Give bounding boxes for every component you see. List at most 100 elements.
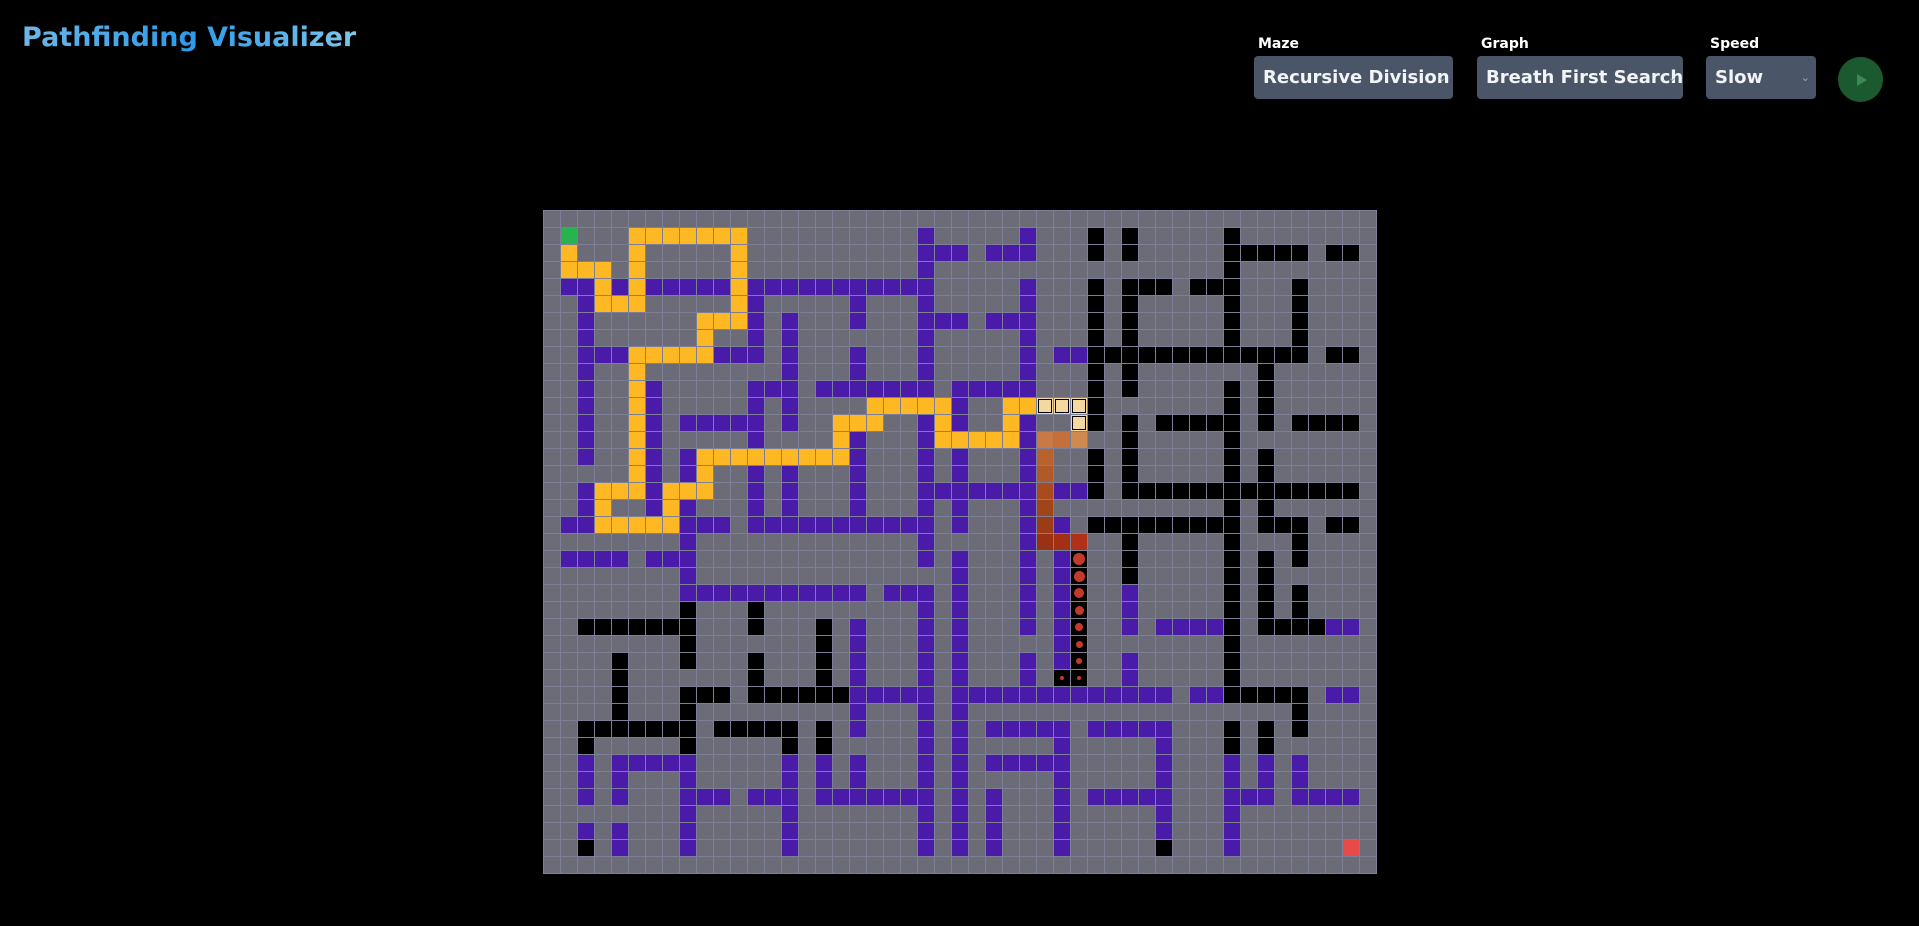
maze-cell[interactable] — [544, 483, 560, 499]
maze-cell[interactable] — [884, 568, 900, 584]
maze-wall-visited[interactable] — [986, 245, 1002, 261]
maze-cell[interactable] — [765, 636, 781, 652]
maze-cell[interactable] — [1309, 500, 1325, 516]
maze-cell[interactable] — [1241, 755, 1257, 771]
maze-cell[interactable] — [663, 211, 679, 227]
maze-cell[interactable] — [935, 789, 951, 805]
maze-cell[interactable] — [1207, 840, 1223, 856]
maze-cell[interactable] — [1088, 262, 1104, 278]
maze-wall-visited[interactable] — [697, 789, 713, 805]
maze-wall-visited[interactable] — [1156, 738, 1172, 754]
maze-cell[interactable] — [1275, 721, 1291, 737]
maze-cell[interactable] — [799, 755, 815, 771]
maze-cell[interactable] — [901, 534, 917, 550]
maze-wall[interactable] — [1224, 585, 1240, 601]
maze-cell[interactable] — [850, 262, 866, 278]
maze-cell[interactable] — [1309, 772, 1325, 788]
maze-cell[interactable] — [561, 721, 577, 737]
maze-cell[interactable] — [1326, 500, 1342, 516]
maze-cell[interactable] — [1003, 568, 1019, 584]
maze-cell[interactable] — [969, 364, 985, 380]
maze-path-cell[interactable] — [697, 347, 713, 363]
maze-cell[interactable] — [1105, 857, 1121, 873]
maze-cell[interactable] — [1275, 466, 1291, 482]
maze-cell[interactable] — [1190, 330, 1206, 346]
maze-wall[interactable] — [680, 619, 696, 635]
maze-cell[interactable] — [1258, 211, 1274, 227]
maze-wall[interactable] — [799, 687, 815, 703]
maze-wall[interactable] — [1088, 466, 1104, 482]
maze-cell[interactable] — [816, 415, 832, 431]
maze-cell[interactable] — [629, 789, 645, 805]
maze-cell[interactable] — [714, 500, 730, 516]
maze-cell[interactable] — [1156, 245, 1172, 261]
maze-wall[interactable] — [1156, 347, 1172, 363]
maze-cell[interactable] — [1139, 449, 1155, 465]
maze-cell[interactable] — [1105, 330, 1121, 346]
maze-cell[interactable] — [1326, 449, 1342, 465]
maze-cell[interactable] — [1173, 585, 1189, 601]
maze-cell[interactable] — [697, 602, 713, 618]
maze-cell[interactable] — [731, 738, 747, 754]
maze-wall[interactable] — [1224, 500, 1240, 516]
maze-cell[interactable] — [1309, 432, 1325, 448]
maze-cell[interactable] — [969, 245, 985, 261]
maze-cell[interactable] — [629, 602, 645, 618]
maze-wall-visited[interactable] — [1020, 449, 1036, 465]
maze-wall[interactable] — [1139, 517, 1155, 533]
maze-cell[interactable] — [612, 245, 628, 261]
maze-wall-visited[interactable] — [697, 415, 713, 431]
maze-cell[interactable] — [901, 415, 917, 431]
maze-cell[interactable] — [901, 823, 917, 839]
maze-cell[interactable] — [1258, 330, 1274, 346]
maze-cell[interactable] — [1207, 789, 1223, 805]
maze-path-cell[interactable] — [731, 245, 747, 261]
maze-cell[interactable] — [935, 500, 951, 516]
maze-wall-visited[interactable] — [918, 653, 934, 669]
maze-cell[interactable] — [595, 687, 611, 703]
maze-wall[interactable] — [1207, 517, 1223, 533]
maze-cell[interactable] — [1071, 245, 1087, 261]
maze-cell[interactable] — [663, 364, 679, 380]
maze-cell[interactable] — [612, 806, 628, 822]
maze-cell[interactable] — [612, 534, 628, 550]
maze-cell[interactable] — [544, 687, 560, 703]
maze-path-cell[interactable] — [578, 262, 594, 278]
maze-wall-visited[interactable] — [1122, 789, 1138, 805]
maze-cell[interactable] — [1105, 653, 1121, 669]
maze-cell[interactable] — [1190, 500, 1206, 516]
maze-path-cell[interactable] — [697, 466, 713, 482]
maze-cell[interactable] — [782, 602, 798, 618]
maze-wall-visited[interactable] — [782, 364, 798, 380]
maze-wall-visited[interactable] — [1020, 296, 1036, 312]
maze-cell[interactable] — [561, 568, 577, 584]
maze-cell[interactable] — [799, 806, 815, 822]
maze-cell[interactable] — [901, 313, 917, 329]
maze-cell[interactable] — [612, 466, 628, 482]
maze-wall[interactable] — [1088, 245, 1104, 261]
maze-path-cell[interactable] — [1003, 432, 1019, 448]
maze-cell[interactable] — [1139, 398, 1155, 414]
maze-cell[interactable] — [1360, 738, 1376, 754]
maze-wall-visited[interactable] — [1054, 840, 1070, 856]
maze-cell[interactable] — [629, 551, 645, 567]
maze-wall-visited[interactable] — [918, 466, 934, 482]
maze-wall-visited[interactable] — [952, 602, 968, 618]
maze-wall-visited[interactable] — [765, 381, 781, 397]
maze-cell[interactable] — [561, 670, 577, 686]
maze-cell[interactable] — [1020, 262, 1036, 278]
maze-cell[interactable] — [986, 228, 1002, 244]
maze-wall[interactable] — [612, 704, 628, 720]
maze-wall[interactable] — [1258, 415, 1274, 431]
maze-wall[interactable] — [816, 738, 832, 754]
maze-cell[interactable] — [1309, 568, 1325, 584]
maze-wall[interactable] — [1326, 415, 1342, 431]
maze-cell[interactable] — [1360, 466, 1376, 482]
maze-wall-visited[interactable] — [884, 381, 900, 397]
maze-wall[interactable] — [1224, 398, 1240, 414]
maze-cell[interactable] — [986, 585, 1002, 601]
maze-wall-visited[interactable] — [833, 279, 849, 295]
maze-path-cell[interactable] — [629, 381, 645, 397]
maze-wall-visited[interactable] — [595, 347, 611, 363]
maze-wall-visited[interactable] — [1054, 568, 1070, 584]
